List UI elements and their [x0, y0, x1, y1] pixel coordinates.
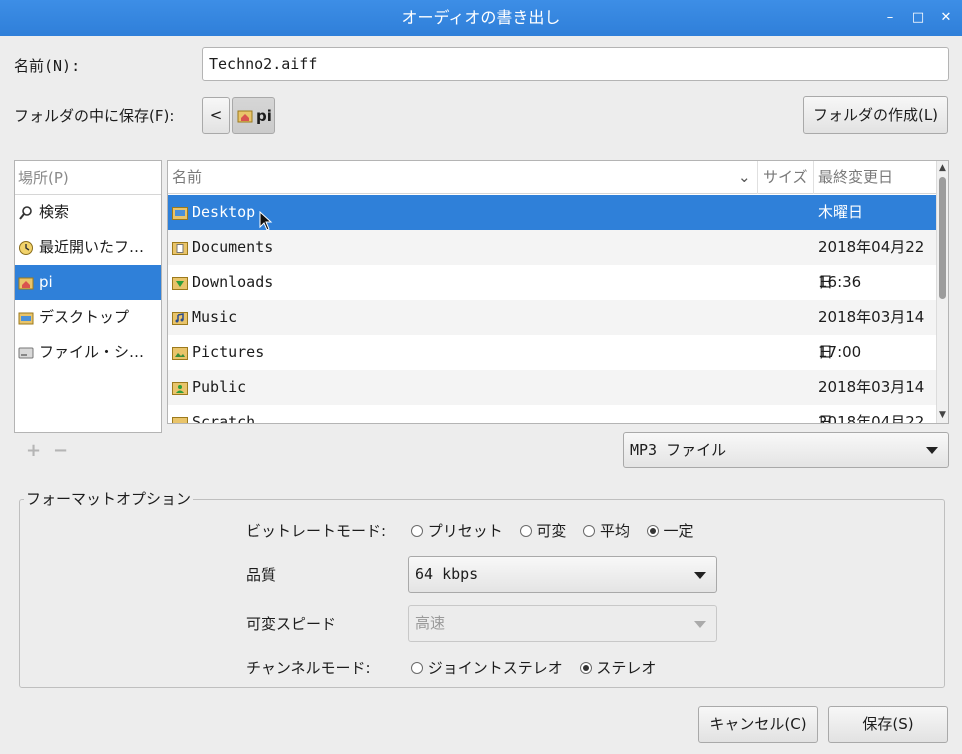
file-name: Documents [192, 238, 274, 256]
bitrate-mode-label: ビットレートモード: [246, 522, 387, 540]
add-bookmark-button[interactable]: + [26, 440, 41, 461]
drive-icon [18, 347, 34, 358]
create-folder-button[interactable]: フォルダの作成(L) [803, 96, 948, 134]
place-filesystem[interactable]: ファイル・シ… [15, 335, 161, 370]
save-button[interactable]: 保存(S) [828, 706, 948, 743]
radio-icon [411, 662, 423, 674]
place-desktop[interactable]: デスクトップ [15, 300, 161, 335]
places-header: 場所(P) [15, 161, 161, 195]
scroll-down-icon[interactable]: ▼ [937, 409, 948, 421]
downloads-folder-icon [172, 276, 188, 290]
quality-label: 品質 [246, 566, 277, 584]
minimize-button[interactable]: – [880, 8, 900, 28]
pictures-folder-icon [172, 346, 188, 360]
window-title: オーディオの書き出し [401, 8, 561, 27]
radio-checked-icon [579, 662, 592, 674]
place-label: デスクトップ [39, 308, 130, 326]
recent-icon [19, 240, 33, 255]
scroll-up-icon[interactable]: ▲ [937, 162, 948, 174]
file-modified: 17:00 [818, 343, 862, 361]
variable-speed-value: 高速 [415, 614, 446, 632]
place-label: 最近開いたフ… [39, 238, 145, 256]
radio-average[interactable]: 平均 [583, 522, 630, 540]
column-size[interactable]: サイズ [763, 161, 808, 194]
file-row-pictures[interactable]: Pictures 17:00 [168, 335, 936, 370]
file-row-documents[interactable]: Documents 2018年04月22日 [168, 230, 936, 291]
public-folder-icon [172, 381, 188, 395]
radio-variable[interactable]: 可変 [519, 522, 566, 540]
breadcrumb-pi-button[interactable]: pi [232, 97, 275, 134]
format-options-title: フォーマットオプション [24, 489, 194, 509]
variable-speed-label: 可変スピード [246, 615, 337, 633]
chevron-down-icon [694, 571, 706, 579]
file-list-header: 名前 ⌄ サイズ 最終変更日 [168, 161, 936, 194]
column-modified[interactable]: 最終変更日 [818, 161, 893, 194]
place-search[interactable]: 検索 [15, 195, 161, 230]
desktop-icon [18, 312, 34, 324]
chevron-down-icon [694, 620, 706, 628]
folder-icon [172, 416, 188, 423]
place-home[interactable]: pi [15, 265, 161, 300]
radio-icon [519, 525, 532, 537]
file-modified: 木曜日 [818, 203, 864, 221]
file-row-desktop[interactable]: Desktop 木曜日 [168, 195, 936, 230]
mouse-cursor-icon [259, 211, 273, 231]
file-type-value: MP3 ファイル [630, 441, 727, 459]
cancel-button[interactable]: キャンセル(C) [698, 706, 818, 743]
music-folder-icon [172, 311, 188, 325]
file-row-scratch[interactable]: Scratch 2018年04月22日 [168, 405, 936, 424]
documents-folder-icon [172, 241, 188, 255]
file-name: Downloads [192, 273, 274, 291]
radio-preset[interactable]: プリセット [411, 522, 503, 540]
places-panel: 場所(P) 検索 最近開いたフ… pi デスクトップ ファイル・シ… [14, 160, 162, 433]
file-row-music[interactable]: Music 2018年03月14日 [168, 300, 936, 361]
file-name: Desktop [192, 203, 256, 221]
back-button[interactable]: < [202, 97, 230, 134]
remove-bookmark-button[interactable]: − [53, 440, 68, 461]
home-folder-icon [237, 110, 253, 122]
radio-icon [583, 525, 596, 537]
search-icon [19, 205, 32, 220]
place-label: pi [39, 273, 53, 291]
radio-stereo[interactable]: ステレオ [579, 659, 656, 677]
file-type-select[interactable]: MP3 ファイル [623, 432, 949, 468]
radio-icon [411, 525, 423, 537]
chevron-down-icon [926, 447, 938, 454]
name-label: 名前(N): [14, 57, 81, 75]
channel-mode-label: チャンネルモード: [246, 659, 371, 677]
sort-chevron-icon: ⌄ [738, 168, 751, 186]
file-row-public[interactable]: Public 2018年03月14日 [168, 370, 936, 423]
place-label: 検索 [39, 203, 70, 221]
place-recent[interactable]: 最近開いたフ… [15, 230, 161, 265]
radio-constant[interactable]: 一定 [646, 522, 694, 540]
desktop-folder-icon [172, 206, 188, 220]
scroll-thumb[interactable] [939, 177, 946, 299]
breadcrumb-label: pi [256, 106, 272, 125]
title-bar: オーディオの書き出し – □ ✕ [0, 0, 962, 36]
quality-select[interactable]: 64 kbps [408, 556, 717, 593]
file-row-downloads[interactable]: Downloads 16:36 [168, 265, 936, 300]
home-folder-icon [18, 277, 34, 289]
file-list-scrollbar[interactable]: ▲ ▼ [936, 161, 948, 423]
file-name: Music [192, 308, 238, 326]
place-label: ファイル・シ… [39, 343, 145, 361]
bitrate-mode-radios: プリセット 可変 平均 一定 [411, 521, 694, 541]
file-modified: 2018年04月22日 [818, 413, 925, 424]
file-modified: 16:36 [818, 273, 862, 291]
file-name: Public [192, 378, 247, 396]
file-name: Pictures [192, 343, 265, 361]
variable-speed-select: 高速 [408, 605, 717, 642]
filename-input[interactable]: Techno2.aiff [202, 47, 949, 81]
column-name[interactable]: 名前 [172, 161, 202, 194]
radio-checked-icon [646, 525, 659, 537]
file-list: 名前 ⌄ サイズ 最終変更日 Desktop 木曜日 Documents 201… [167, 160, 949, 424]
quality-value: 64 kbps [415, 565, 479, 583]
save-in-label: フォルダの中に保存(F): [14, 107, 175, 125]
channel-mode-radios: ジョイントステレオ ステレオ [411, 658, 656, 678]
close-button[interactable]: ✕ [936, 8, 956, 28]
maximize-button[interactable]: □ [908, 8, 928, 28]
file-name: Scratch [192, 413, 256, 424]
radio-joint-stereo[interactable]: ジョイントステレオ [411, 659, 563, 677]
